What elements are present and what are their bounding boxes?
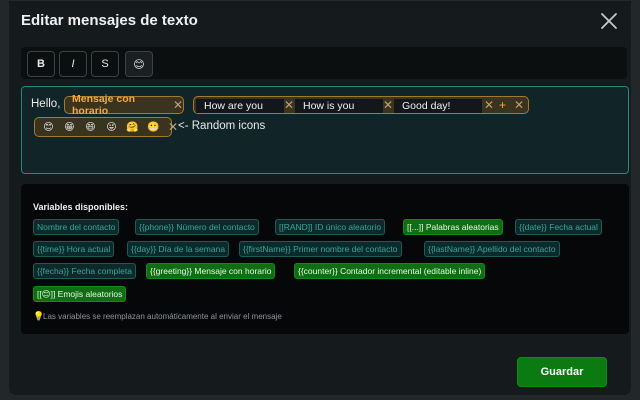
variable-tag-phone[interactable]: {{phone}} Número del contacto <box>135 219 259 235</box>
random-option[interactable]: How are you <box>196 99 284 113</box>
variable-tag-random-words[interactable]: [[...]] Palabras aleatorias <box>403 219 503 235</box>
greeting-chip-remove-icon[interactable]: ✕ <box>173 98 183 112</box>
variable-tag-rand[interactable]: [[RAND]] ID único aleatorio <box>275 219 386 235</box>
random-option[interactable]: Good day! <box>394 99 482 113</box>
variable-tag-time[interactable]: {{time}} Hora actual <box>33 241 115 257</box>
editor-prefix-text: Hello, <box>31 98 61 110</box>
greeting-chip-label: Mensaje con horario <box>72 93 136 117</box>
variable-tag-counter[interactable]: {{counter}} Contador incremental (editab… <box>294 263 486 279</box>
random-option-text: How is you <box>303 100 355 112</box>
random-option-remove-icon[interactable]: ✕ <box>484 98 494 112</box>
format-toolbar: B I S 😊 <box>21 47 627 79</box>
edit-messages-dialog: Editar mensajes de texto B I S 😊 Hello, … <box>8 0 632 396</box>
random-option-remove-icon[interactable]: ✕ <box>284 98 294 112</box>
emoji-chip-remove-icon[interactable]: ✕ <box>168 120 178 134</box>
variable-tag-day[interactable]: {{day}} Día de la semana <box>127 241 230 257</box>
variable-tag-emojis[interactable]: [[😊]] Emojis aleatorios <box>33 286 127 302</box>
emoji-hug-icon: 🤗 <box>126 121 139 133</box>
emoji-picker-button[interactable]: 😊 <box>125 51 153 77</box>
emoji-smile-icon: 😊 <box>43 121 54 133</box>
dialog-title: Editar mensajes de texto <box>21 12 198 29</box>
variable-tag-greeting[interactable]: {{greeting}} Mensaje con horario <box>146 263 276 279</box>
editor-suffix-text: <- Random icons <box>178 120 266 132</box>
random-emoji-chip[interactable]: 😊 😁 😄 😜 🤗 😬 ✕ <box>34 117 178 137</box>
random-option[interactable]: How is you <box>295 99 383 113</box>
random-words-chip[interactable]: How are you ✕ How is you ✕ Good day! ✕ +… <box>193 96 529 114</box>
emoji-happy-icon: 😄 <box>85 121 96 133</box>
variables-panel: Variables disponibles: Nombre del contac… <box>21 184 629 334</box>
emoji-wink-tongue-icon: 😜 <box>106 121 117 133</box>
emoji-list: 😊 😁 😄 😜 🤗 😬 <box>35 121 168 134</box>
random-words-chip-remove-icon[interactable]: ✕ <box>514 98 524 112</box>
smile-icon: 😊 <box>133 58 145 71</box>
random-option-remove-icon[interactable]: ✕ <box>383 98 393 112</box>
close-icon[interactable] <box>599 11 619 31</box>
strikethrough-button[interactable]: S <box>91 51 119 77</box>
italic-button[interactable]: I <box>59 51 87 77</box>
random-option-text: Good day! <box>402 100 451 112</box>
variable-tag-last-name[interactable]: {{lastName}} Apellido del contacto <box>424 241 560 257</box>
message-editor[interactable]: Hello, Mensaje con horario ✕ How are you… <box>21 86 629 174</box>
variable-tag-date[interactable]: {{date}} Fecha actual <box>515 219 602 235</box>
variable-tag-full-date[interactable]: {{fecha}} Fecha completa <box>33 263 136 279</box>
variable-tag-first-name[interactable]: {{firstName}} Primer nombre del contacto <box>239 241 402 257</box>
random-option-text: How are you <box>204 100 263 112</box>
greeting-chip[interactable]: Mensaje con horario ✕ <box>64 93 184 117</box>
variable-tag-name[interactable]: Nombre del contacto <box>33 219 120 235</box>
variables-title: Variables disponibles: <box>33 202 129 212</box>
emoji-grin-icon: 😁 <box>64 121 75 133</box>
emoji-grimace-icon: 😬 <box>147 121 160 133</box>
bold-button[interactable]: B <box>27 51 55 77</box>
variables-hint: Las variables se reemplazan automáticame… <box>43 312 282 321</box>
save-button[interactable]: Guardar <box>517 357 607 387</box>
dialog-header: Editar mensajes de texto <box>9 1 631 43</box>
add-option-icon[interactable]: + <box>499 98 506 112</box>
